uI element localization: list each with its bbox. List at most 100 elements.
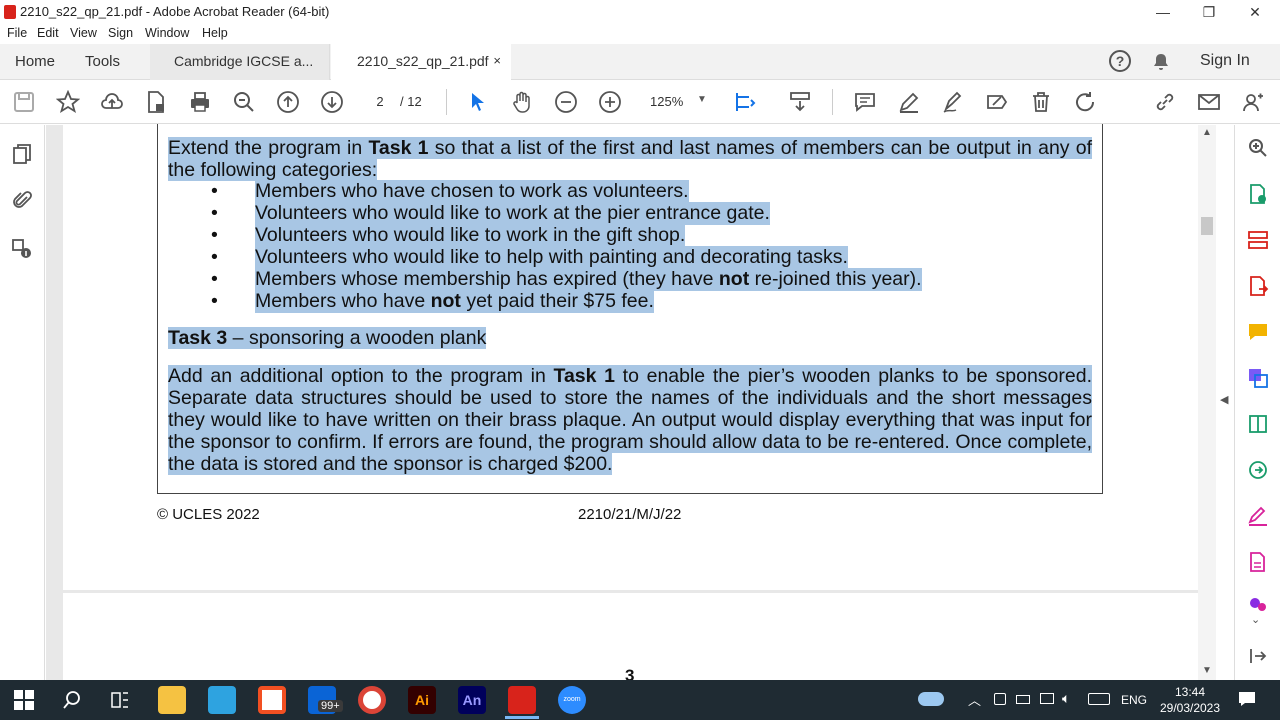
create-pdf-icon[interactable] <box>1247 183 1269 205</box>
zoom-level-select[interactable]: 125% <box>650 94 683 109</box>
tab-tools[interactable]: Tools <box>85 53 120 70</box>
scrollbar-thumb[interactable] <box>1201 217 1213 235</box>
collapse-right-icon[interactable]: ◀ <box>1220 393 1228 406</box>
upload-icon[interactable] <box>100 90 124 114</box>
active-app-indicator <box>505 716 539 719</box>
file-explorer-icon[interactable] <box>158 686 186 714</box>
tab-bar: Home Tools Cambridge IGCSE a... 2210_s22… <box>0 44 1280 80</box>
chevron-down-icon[interactable]: ▼ <box>697 94 707 105</box>
battery-icon[interactable] <box>1016 695 1030 704</box>
edit-pdf-icon[interactable] <box>1247 551 1269 573</box>
illustrator-icon[interactable]: Ai <box>408 686 436 714</box>
close-tab-icon[interactable]: × <box>493 44 501 78</box>
task-3-heading: Task 3 – sponsoring a wooden plank <box>168 327 487 349</box>
page-number-input[interactable]: 2 <box>364 91 396 113</box>
app-icon[interactable] <box>208 686 236 714</box>
volume-icon[interactable]: 🔈︎ <box>1062 690 1070 707</box>
bell-icon[interactable] <box>1151 52 1171 72</box>
next-page-number: 3 <box>625 666 635 680</box>
save-icon[interactable] <box>12 90 36 114</box>
organize-pages-icon[interactable] <box>1247 229 1269 251</box>
collapse-panel-icon[interactable] <box>1247 645 1269 667</box>
bullet: • <box>211 180 218 202</box>
previous-page-icon[interactable] <box>276 90 300 114</box>
rotate-icon[interactable] <box>1073 90 1097 114</box>
text: Members whose membership has expired (th… <box>255 268 719 290</box>
vertical-scrollbar[interactable]: ▲ ▼ <box>1198 125 1216 680</box>
hand-tool-icon[interactable] <box>510 90 534 114</box>
close-button[interactable]: ✕ <box>1232 0 1278 24</box>
page-fit-icon[interactable] <box>733 90 757 114</box>
animate-icon[interactable]: An <box>458 686 486 714</box>
sign-in-button[interactable]: Sign In <box>1200 52 1250 70</box>
draw-icon[interactable] <box>941 90 965 114</box>
store-icon[interactable] <box>258 686 286 714</box>
layers-info-icon[interactable] <box>11 237 33 259</box>
chrome-icon[interactable] <box>358 686 386 714</box>
tab-label: Cambridge IGCSE a... <box>174 53 314 69</box>
mail-icon[interactable] <box>1197 90 1221 114</box>
fill-sign-icon[interactable] <box>985 90 1009 114</box>
text: Extend the program in <box>168 137 369 159</box>
weather-icon[interactable] <box>918 692 944 706</box>
menu-file[interactable]: File <box>7 26 27 40</box>
system-clock[interactable]: 13:44 29/03/2023 <box>1158 684 1222 716</box>
comment-tool-icon[interactable] <box>1247 321 1269 343</box>
trash-icon[interactable] <box>1029 90 1053 114</box>
comment-icon[interactable] <box>853 90 877 114</box>
highlight-pen-icon[interactable] <box>897 90 921 114</box>
tray-chevron-up-icon[interactable]: ︿ <box>968 690 981 709</box>
notification-icon[interactable] <box>1238 690 1256 708</box>
tab-home[interactable]: Home <box>15 53 55 70</box>
attachment-icon[interactable] <box>11 189 33 211</box>
export-pdf-icon[interactable] <box>1247 275 1269 297</box>
text: yet paid their $75 fee. <box>460 290 654 312</box>
zoom-in-icon[interactable] <box>598 90 622 114</box>
maximize-button[interactable]: ❐ <box>1186 0 1232 24</box>
menu-sign[interactable]: Sign <box>108 26 133 40</box>
print-icon[interactable] <box>188 90 212 114</box>
acrobat-taskbar-icon[interactable] <box>508 686 536 714</box>
tab-document-2[interactable]: 2210_s22_qp_21.pdf × <box>331 44 511 80</box>
bullet-text: Volunteers who would like to work at the… <box>255 202 770 225</box>
scroll-down-icon[interactable]: ▼ <box>1202 665 1212 676</box>
star-icon[interactable] <box>55 89 81 114</box>
windows-start-icon[interactable] <box>14 690 34 710</box>
zoom-app-icon[interactable]: zoom <box>558 686 586 714</box>
translate-icon[interactable] <box>1247 367 1269 389</box>
fill-sign-tool-icon[interactable] <box>1247 505 1269 527</box>
menu-view[interactable]: View <box>70 26 97 40</box>
menu-edit[interactable]: Edit <box>37 26 59 40</box>
scroll-mode-icon[interactable] <box>788 90 812 114</box>
language-indicator[interactable]: ENG <box>1121 693 1147 707</box>
search-taskbar-icon[interactable] <box>62 690 82 710</box>
link-icon[interactable] <box>1153 90 1177 114</box>
pages-icon[interactable] <box>11 143 33 165</box>
minimize-button[interactable]: — <box>1140 0 1186 24</box>
next-page-icon[interactable] <box>320 90 344 114</box>
compress-icon[interactable] <box>1247 413 1269 435</box>
text-bold: Task 3 <box>168 327 228 349</box>
bullet: • <box>211 268 218 290</box>
menu-help[interactable]: Help <box>202 26 228 40</box>
network-icon[interactable] <box>1040 693 1054 704</box>
menu-window[interactable]: Window <box>145 26 189 40</box>
paragraph-task-2: Extend the program in Task 1 so that a l… <box>168 137 1093 181</box>
help-icon[interactable]: ? <box>1109 50 1131 72</box>
keyboard-icon[interactable] <box>1088 693 1110 705</box>
title-bar: 2210_s22_qp_21.pdf - Adobe Acrobat Reade… <box>0 0 1280 24</box>
scroll-up-icon[interactable]: ▲ <box>1202 127 1212 138</box>
tray-app-icon[interactable] <box>994 693 1006 705</box>
document-lock-icon[interactable] <box>144 90 168 114</box>
zoom-out-icon[interactable] <box>554 90 578 114</box>
tab-document-1[interactable]: Cambridge IGCSE a... <box>150 44 330 80</box>
task-view-icon[interactable] <box>110 690 130 710</box>
select-cursor-icon[interactable] <box>466 90 490 114</box>
bullet: • <box>211 246 218 268</box>
chevron-down-icon[interactable]: ⌄ <box>1251 613 1260 626</box>
share-tool-icon[interactable] <box>1247 459 1269 481</box>
zoom-search-icon[interactable] <box>232 90 256 114</box>
search-icon[interactable] <box>1247 137 1269 159</box>
text-bold: not <box>430 290 461 312</box>
share-user-icon[interactable] <box>1241 90 1265 114</box>
